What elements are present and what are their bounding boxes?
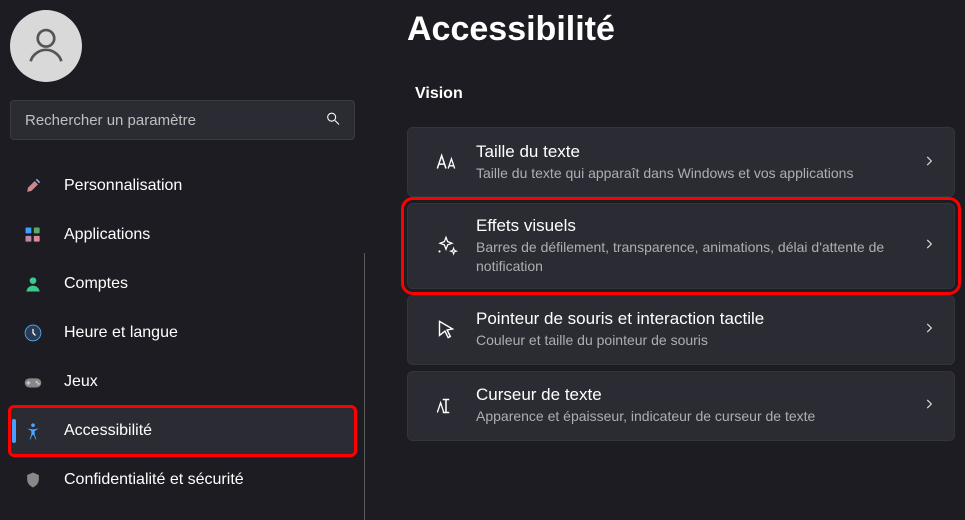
sidebar-divider <box>364 253 365 520</box>
chevron-right-icon <box>918 321 940 338</box>
clock-icon <box>22 322 44 344</box>
sidebar-item-label: Confidentialité et sécurité <box>64 471 244 489</box>
card-text: Curseur de texte Apparence et épaisseur,… <box>470 385 918 426</box>
search-input[interactable] <box>10 100 355 140</box>
sidebar: Personnalisation Applications Comptes He… <box>0 0 365 520</box>
accessibility-icon <box>22 420 44 442</box>
card-text-size[interactable]: Taille du texte Taille du texte qui appa… <box>407 127 955 197</box>
sidebar-item-time-language[interactable]: Heure et langue <box>10 309 355 357</box>
sidebar-item-accessibility[interactable]: Accessibilité <box>10 407 355 455</box>
sidebar-item-label: Jeux <box>64 373 98 391</box>
page-title: Accessibilité <box>407 10 955 49</box>
sidebar-item-label: Accessibilité <box>64 422 152 440</box>
apps-icon <box>22 224 44 246</box>
chevron-right-icon <box>918 237 940 254</box>
card-title: Curseur de texte <box>476 385 912 405</box>
search-icon <box>325 111 341 130</box>
shield-icon <box>22 469 44 491</box>
card-text: Pointeur de souris et interaction tactil… <box>470 309 918 350</box>
avatar[interactable] <box>10 10 82 82</box>
settings-card-list: Taille du texte Taille du texte qui appa… <box>407 127 955 441</box>
text-cursor-icon <box>422 393 470 419</box>
sidebar-item-privacy[interactable]: Confidentialité et sécurité <box>10 456 355 504</box>
sidebar-item-accounts[interactable]: Comptes <box>10 260 355 308</box>
sidebar-item-label: Applications <box>64 226 150 244</box>
card-title: Pointeur de souris et interaction tactil… <box>476 309 912 329</box>
sidebar-item-applications[interactable]: Applications <box>10 211 355 259</box>
sidebar-item-label: Personnalisation <box>64 177 182 195</box>
sidebar-item-label: Heure et langue <box>64 324 178 342</box>
person-icon <box>22 273 44 295</box>
card-text: Taille du texte Taille du texte qui appa… <box>470 142 918 183</box>
sidebar-item-personalization[interactable]: Personnalisation <box>10 162 355 210</box>
card-title: Taille du texte <box>476 142 912 162</box>
sidebar-item-label: Comptes <box>64 275 128 293</box>
chevron-right-icon <box>918 154 940 171</box>
card-subtitle: Barres de défilement, transparence, anim… <box>476 238 912 276</box>
card-mouse-pointer[interactable]: Pointeur de souris et interaction tactil… <box>407 295 955 365</box>
search-box[interactable] <box>10 100 355 140</box>
card-title: Effets visuels <box>476 216 912 236</box>
sparkles-icon <box>422 233 470 259</box>
sidebar-item-gaming[interactable]: Jeux <box>10 358 355 406</box>
card-subtitle: Taille du texte qui apparaît dans Window… <box>476 164 912 183</box>
gamepad-icon <box>22 371 44 393</box>
card-text-cursor[interactable]: Curseur de texte Apparence et épaisseur,… <box>407 371 955 441</box>
card-visual-effects[interactable]: Effets visuels Barres de défilement, tra… <box>407 203 955 289</box>
text-size-icon <box>422 149 470 175</box>
mouse-pointer-icon <box>422 317 470 343</box>
brush-icon <box>22 175 44 197</box>
card-subtitle: Couleur et taille du pointeur de souris <box>476 331 912 350</box>
section-heading-vision: Vision <box>407 85 955 103</box>
card-subtitle: Apparence et épaisseur, indicateur de cu… <box>476 407 912 426</box>
chevron-right-icon <box>918 397 940 414</box>
main-panel: Accessibilité Vision Taille du texte Tai… <box>365 0 965 520</box>
sidebar-nav: Personnalisation Applications Comptes He… <box>10 162 355 504</box>
card-text: Effets visuels Barres de défilement, tra… <box>470 216 918 276</box>
